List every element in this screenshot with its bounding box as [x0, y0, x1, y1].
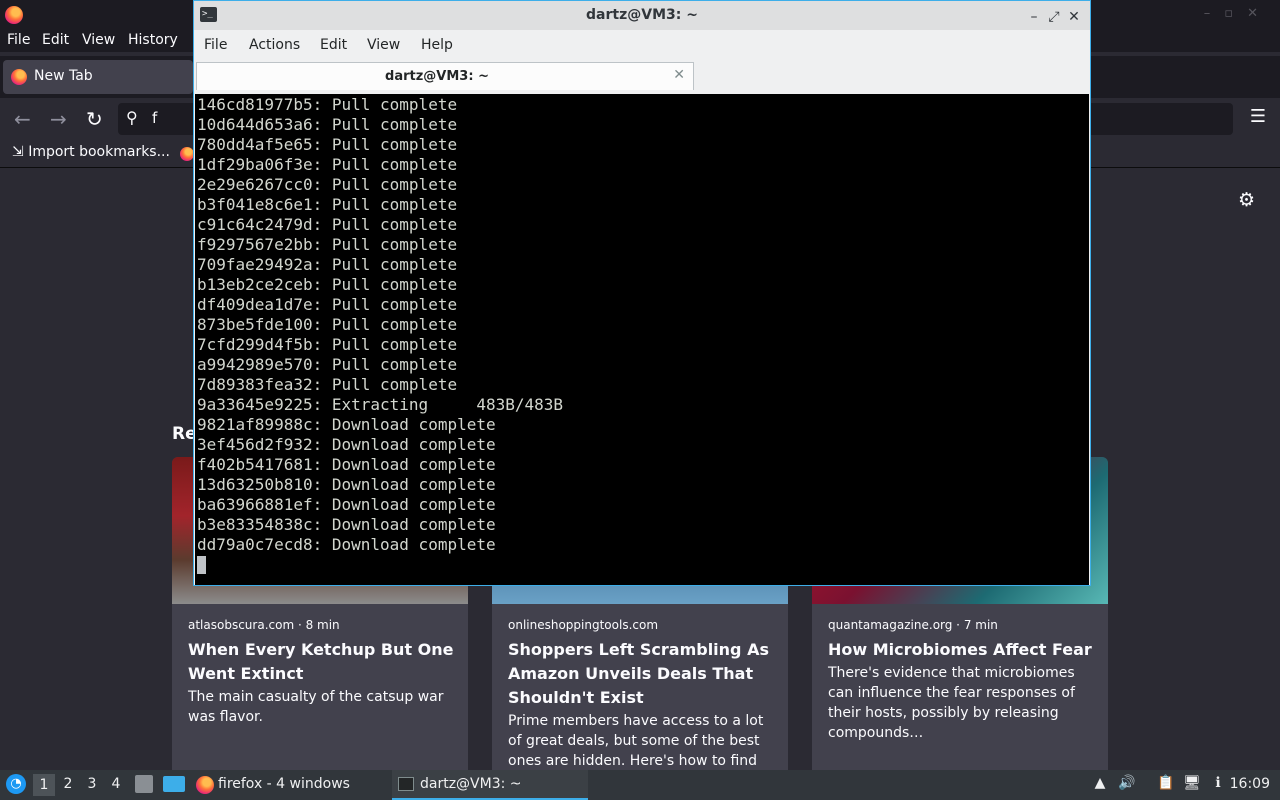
- terminal-line: a9942989e570: Pull complete: [197, 355, 458, 374]
- terminal-line: 873be5fde100: Pull complete: [197, 315, 458, 334]
- story-title: Shoppers Left Scrambling As Amazon Unvei…: [508, 640, 769, 707]
- terminal-line: 1df29ba06f3e: Pull complete: [197, 155, 458, 174]
- terminal-line: ba63966881ef: Download complete: [197, 495, 496, 514]
- search-icon: ⚲: [126, 108, 138, 127]
- taskbar: ◔ 1 2 3 4 firefox - 4 windows dartz@VM3:…: [0, 770, 1280, 800]
- terminal-line: df409dea1d7e: Pull complete: [197, 295, 458, 314]
- terminal-window-title: dartz@VM3: ~: [586, 7, 698, 23]
- workspace-1[interactable]: 1: [33, 774, 55, 796]
- app-launcher-icon[interactable]: ◔: [6, 774, 26, 794]
- terminal-line: 13d63250b810: Download complete: [197, 475, 496, 494]
- tab-label: New Tab: [34, 68, 93, 84]
- network-icon[interactable]: 🖥: [1183, 775, 1201, 793]
- taskbar-firefox[interactable]: firefox - 4 windows: [192, 770, 388, 800]
- menu-edit[interactable]: Edit: [42, 32, 69, 48]
- import-bookmarks-button[interactable]: ⇲ Import bookmarks...: [12, 144, 170, 160]
- reload-icon[interactable]: ↻: [86, 107, 103, 131]
- panel-handle-icon[interactable]: ▲: [1091, 775, 1109, 793]
- firefox-window-controls[interactable]: –▫✕: [1204, 6, 1272, 21]
- clipboard-icon[interactable]: 📋: [1157, 775, 1175, 793]
- terminal-tab[interactable]: dartz@VM3: ~ ✕: [196, 62, 694, 90]
- minimize-icon[interactable]: –: [1024, 9, 1044, 25]
- story-excerpt: Prime members have access to a lot of gr…: [508, 713, 764, 769]
- show-desktop-icon[interactable]: [163, 776, 185, 792]
- terminal-tab-label: dartz@VM3: ~: [385, 69, 489, 84]
- close-tab-icon[interactable]: ✕: [673, 67, 685, 83]
- firefox-icon: [196, 776, 214, 794]
- gear-icon[interactable]: ⚙: [1238, 189, 1255, 211]
- menu-view[interactable]: View: [367, 37, 400, 53]
- menu-history[interactable]: History: [128, 32, 178, 48]
- terminal-line: 9a33645e9225: Extracting 483B/483B: [197, 395, 564, 414]
- menu-edit[interactable]: Edit: [320, 37, 347, 53]
- terminal-line: 146cd81977b5: Pull complete: [197, 95, 458, 114]
- volume-icon[interactable]: 🔊: [1118, 775, 1136, 793]
- terminal-output[interactable]: 146cd81977b5: Pull complete 10d644d653a6:…: [195, 94, 1089, 585]
- firefox-icon: [11, 69, 27, 85]
- terminal-line: 7cfd299d4f5b: Pull complete: [197, 335, 458, 354]
- terminal-line: b13eb2ce2ceb: Pull complete: [197, 275, 458, 294]
- terminal-line: 3ef456d2f932: Download complete: [197, 435, 496, 454]
- terminal-window[interactable]: >_ dartz@VM3: ~ – ⤢ ✕ File Actions Edit Vi…: [193, 0, 1091, 586]
- menu-view[interactable]: View: [82, 32, 115, 48]
- menu-help[interactable]: Help: [421, 37, 453, 53]
- story-excerpt: The main casualty of the catsup war was …: [188, 689, 444, 725]
- menu-file[interactable]: File: [7, 32, 30, 48]
- terminal-line: f9297567e2bb: Pull complete: [197, 235, 458, 254]
- story-source: quantamagazine.org · 7 min: [828, 618, 998, 632]
- story-source: atlasobscura.com · 8 min: [188, 618, 340, 632]
- back-icon[interactable]: ←: [14, 107, 31, 131]
- forward-icon[interactable]: →: [50, 107, 67, 131]
- workspace-2[interactable]: 2: [57, 776, 79, 792]
- firefox-icon: [5, 6, 23, 24]
- window-controls: – ⤢ ✕: [1024, 6, 1084, 25]
- terminal-line: 9821af89988c: Download complete: [197, 415, 496, 434]
- taskbar-task-label: firefox - 4 windows: [218, 776, 350, 792]
- terminal-titlebar[interactable]: >_ dartz@VM3: ~ – ⤢ ✕: [194, 1, 1090, 30]
- terminal-line: b3f041e8c6e1: Pull complete: [197, 195, 458, 214]
- story-title: How Microbiomes Affect Fear: [828, 640, 1092, 659]
- terminal-line: 10d644d653a6: Pull complete: [197, 115, 458, 134]
- tab-new-tab[interactable]: New Tab: [3, 60, 193, 94]
- maximize-icon[interactable]: ⤢: [1044, 9, 1064, 25]
- terminal-tabbar: dartz@VM3: ~ ✕: [194, 60, 1090, 92]
- import-bookmarks-label: Import bookmarks...: [28, 144, 170, 160]
- workspace-3[interactable]: 3: [81, 776, 103, 792]
- story-title: When Every Ketchup But One Went Extinct: [188, 640, 454, 683]
- update-notifier-icon[interactable]: ℹ: [1209, 775, 1227, 793]
- taskbar-task-label: dartz@VM3: ~: [420, 776, 522, 792]
- workspace-4[interactable]: 4: [105, 776, 127, 792]
- taskbar-terminal[interactable]: dartz@VM3: ~: [392, 770, 588, 800]
- terminal-line: b3e83354838c: Download complete: [197, 515, 496, 534]
- terminal-line: 7d89383fea32: Pull complete: [197, 375, 458, 394]
- terminal-line: 2e29e6267cc0: Pull complete: [197, 175, 458, 194]
- terminal-line: f402b5417681: Download complete: [197, 455, 496, 474]
- terminal-cursor: [197, 556, 206, 574]
- story-source: onlineshoppingtools.com: [508, 618, 659, 632]
- firefox-icon[interactable]: [180, 147, 194, 161]
- menu-file[interactable]: File: [204, 37, 227, 53]
- file-manager-icon[interactable]: [135, 775, 153, 793]
- terminal-line: c91c64c2479d: Pull complete: [197, 215, 458, 234]
- story-excerpt: There's evidence that microbiomes can in…: [828, 665, 1075, 741]
- terminal-icon: [398, 777, 414, 791]
- clock[interactable]: 16:09: [1230, 776, 1270, 792]
- terminal-line: 780dd4af5e65: Pull complete: [197, 135, 458, 154]
- close-icon[interactable]: ✕: [1064, 9, 1084, 25]
- terminal-menubar: File Actions Edit View Help: [194, 30, 1090, 60]
- terminal-line: 709fae29492a: Pull complete: [197, 255, 458, 274]
- url-text: f: [152, 109, 158, 127]
- terminal-line: dd79a0c7ecd8: Download complete: [197, 535, 496, 554]
- menu-actions[interactable]: Actions: [249, 37, 300, 53]
- hamburger-menu-icon[interactable]: ☰: [1250, 106, 1266, 127]
